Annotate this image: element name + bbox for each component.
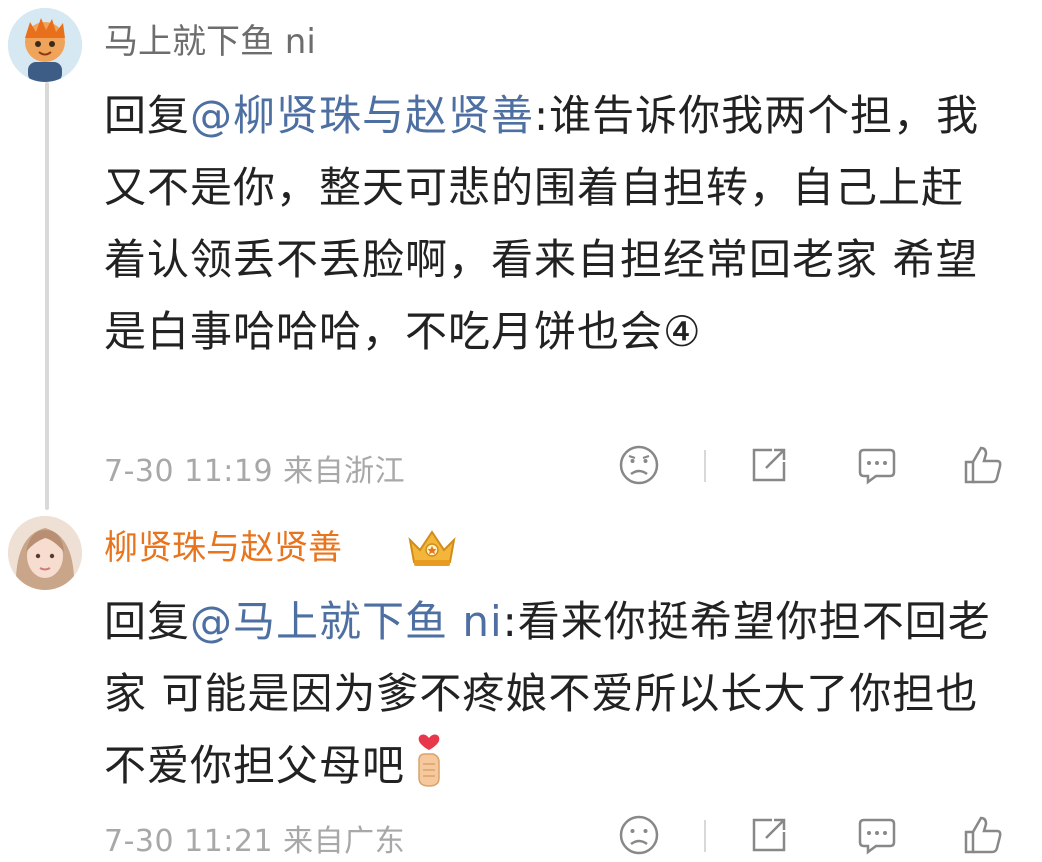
comment-actions bbox=[616, 812, 1006, 860]
comment-meta: 7-30 11:19 来自浙江 bbox=[104, 446, 405, 490]
location: 来自浙江 bbox=[283, 454, 406, 489]
reply-prefix: 回复 bbox=[104, 91, 191, 140]
crown-badge-icon bbox=[404, 526, 460, 570]
timestamp: 7-30 11:21 bbox=[104, 824, 274, 859]
thread-line bbox=[45, 82, 49, 510]
sad-face-icon[interactable] bbox=[616, 442, 662, 488]
mention-link[interactable]: @柳贤珠与赵贤善 bbox=[190, 91, 534, 140]
thumbs-up-icon[interactable] bbox=[960, 442, 1006, 488]
reply-prefix: 回复 bbox=[104, 597, 191, 646]
comment-icon[interactable] bbox=[854, 812, 900, 858]
finger-heart-emoji bbox=[409, 730, 449, 790]
timestamp: 7-30 11:19 bbox=[104, 454, 274, 489]
sad-face-icon[interactable] bbox=[616, 812, 662, 858]
comment-username[interactable]: 柳贤珠与赵贤善 bbox=[104, 526, 342, 570]
divider bbox=[704, 450, 706, 482]
comment-text: 回复@柳贤珠与赵贤善:谁告诉你我两个担，我又不是你，整天可悲的围着自担转，自己上… bbox=[104, 80, 984, 368]
share-icon[interactable] bbox=[746, 812, 792, 858]
avatar[interactable] bbox=[8, 516, 82, 590]
share-icon[interactable] bbox=[746, 442, 792, 488]
comment-actions bbox=[616, 442, 1006, 490]
avatar[interactable] bbox=[8, 8, 82, 82]
comment-icon[interactable] bbox=[854, 442, 900, 488]
comment-text: 回复@马上就下鱼 ni:看来你挺希望你担不回老家 可能是因为爹不疼娘不爱所以长大… bbox=[104, 586, 1004, 802]
comment-username[interactable]: 马上就下鱼 ni bbox=[104, 20, 316, 64]
mention-link[interactable]: @马上就下鱼 ni bbox=[190, 597, 503, 646]
thumbs-up-icon[interactable] bbox=[960, 812, 1006, 858]
comment-meta: 7-30 11:21 来自广东 bbox=[104, 816, 405, 860]
divider bbox=[704, 820, 706, 852]
location: 来自广东 bbox=[283, 824, 406, 859]
